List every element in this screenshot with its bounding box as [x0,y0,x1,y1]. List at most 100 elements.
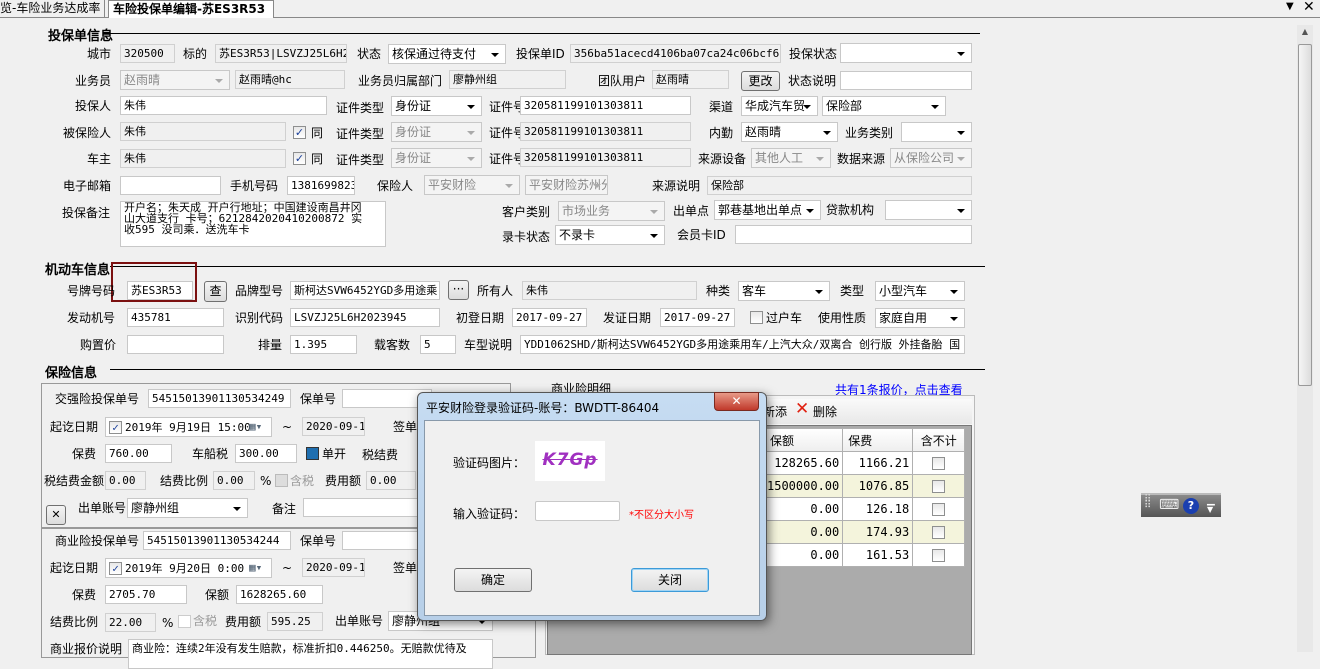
table-row[interactable]: 128265.60 1166.21 [765,451,966,475]
price-field[interactable] [127,335,224,354]
dept-field[interactable]: 廖静州组 [449,70,566,89]
scroll-thumb[interactable] [1298,44,1312,386]
ci-end-field[interactable]: 2020-09-19 [302,417,365,436]
ci-account-select[interactable]: 廖静州组 [127,498,248,518]
model-field[interactable]: YDD1062SHD/斯柯达SVW6452YGD多用途乘用车/上汽大众/双离合 … [520,335,965,354]
vin-field[interactable]: LSVZJ25L6H2023945 [290,308,440,327]
subject-field[interactable]: 苏ES3R53|LSVZJ25L6H20 [215,44,347,63]
menu-arrow-icon[interactable]: ▼ [1207,505,1213,514]
tab-list-dropdown-icon[interactable]: ▼ [1286,1,1294,12]
applicant-id-type-select[interactable]: 身份证 [391,96,482,116]
loan-select[interactable] [885,200,972,220]
outlet-select[interactable]: 郭巷基地出单点 [714,200,821,220]
ci-start-datepicker[interactable]: ✓ 2019年 9月19日 15:00 ▦▾ [105,417,272,437]
city-field[interactable]: 320500 [120,44,175,63]
transfer-checkbox[interactable] [750,311,763,324]
bi-start-datepicker[interactable]: ✓ 2019年 9月20日 0:00 ▦▾ [105,558,272,578]
channel-select[interactable]: 华成汽车贸 [741,96,818,116]
insured-id-type-select[interactable]: 身份证 [391,122,482,142]
type-select[interactable]: 小型汽车 [875,281,965,301]
tab-policy-edit[interactable]: 车险投保单编辑-苏ES3R53 [108,0,274,18]
column-header-deductible[interactable]: 含不计 [912,428,966,452]
insurer-select[interactable]: 平安财险 [424,175,520,195]
holder-field[interactable]: 朱伟 [522,281,697,300]
query-button[interactable]: 查 [204,281,227,302]
insured-field[interactable]: 朱伟 [120,122,286,141]
help-icon[interactable]: ? [1183,498,1199,514]
ci-ratio-field[interactable]: 0.00 [213,471,255,490]
tab-sales-achievement[interactable]: 览-车险业务达成率 [0,0,105,17]
reg-date-field[interactable]: 2017-09-27 [512,308,587,327]
bi-tax-incl-checkbox[interactable] [178,615,191,628]
phone-field[interactable]: 13816998231 [287,176,355,195]
insured-same-checkbox[interactable]: ✓ [293,126,306,139]
applicant-field[interactable]: 朱伟 [120,96,327,115]
single-checkbox[interactable] [306,447,319,460]
salesman-select[interactable]: 赵雨晴 [120,70,230,90]
bi-no-field[interactable]: 54515013901130534244 [143,531,291,550]
email-field[interactable] [120,176,221,195]
policy-id-field[interactable]: 356ba51acecd4106ba07ca24c06bcf6c [570,44,781,63]
tax-amount-field[interactable]: 0.00 [105,471,146,490]
drag-handle-icon[interactable]: ⠿ ⠿ [1144,495,1151,511]
row-checkbox[interactable] [932,548,946,562]
change-button[interactable]: 更改 [741,71,780,91]
use-select[interactable]: 家庭自用 [875,308,965,328]
channel-dept-select[interactable]: 保险部 [822,96,946,116]
table-row[interactable]: 1500000.00 1076.85 [765,474,966,498]
row-checkbox[interactable] [932,525,946,539]
ci-fee-field[interactable]: 0.00 [366,471,416,490]
bi-quote-textarea[interactable]: 商业险：连续2年没有发生赔款，标准折扣0.446250。无赔款优待及 [128,639,493,669]
biz-type-select[interactable] [901,122,972,142]
vertical-scrollbar[interactable]: ▲ [1297,25,1313,652]
row-checkbox[interactable] [932,456,946,470]
ime-toolbar[interactable]: ⠿ ⠿ ⌨ ? ▁ ▼ [1141,493,1221,517]
ci-premium-field[interactable]: 760.00 [105,444,172,463]
insurer-branch-select[interactable]: 平安财险苏州分公i [525,175,608,195]
bi-amount-field[interactable]: 1628265.60 [236,585,323,604]
table-row[interactable]: 0.00 126.18 [765,497,966,521]
engine-field[interactable]: 435781 [127,308,224,327]
brand-more-button[interactable]: ··· [448,280,469,300]
remove-ci-button[interactable]: ✕ [46,505,66,525]
vehicle-tax-field[interactable]: 300.00 [235,444,297,463]
close-tab-icon[interactable]: ✕ [1303,0,1315,15]
source-desc-field[interactable]: 保险部 [707,176,972,195]
displacement-field[interactable]: 1.395 [290,335,357,354]
seats-field[interactable]: 5 [420,335,456,354]
owner-id-type-select[interactable]: 身份证 [391,148,482,168]
source-device-select[interactable]: 其他人工 [751,148,831,168]
close-button[interactable]: 关闭 [631,568,709,592]
member-id-field[interactable] [735,225,972,244]
kind-select[interactable]: 客车 [738,281,830,301]
team-field[interactable]: 赵雨晴 [652,70,729,89]
bi-end-field[interactable]: 2020-09-19 [302,558,365,577]
owner-same-checkbox[interactable]: ✓ [293,152,306,165]
table-row[interactable]: 0.00 161.53 [765,543,966,567]
keyboard-icon[interactable]: ⌨ [1159,497,1179,513]
dialog-close-icon[interactable]: ✕ [714,392,759,411]
row-checkbox[interactable] [932,479,946,493]
ci-no-field[interactable]: 54515013901130534249 [148,389,291,408]
scroll-up-icon[interactable]: ▲ [1297,27,1313,43]
card-status-select[interactable]: 不录卡 [555,225,665,245]
delete-icon[interactable]: ✕ [795,399,809,419]
column-header-premium[interactable]: 保费 [842,428,914,452]
calendar-icon[interactable]: ▦▾ [249,559,262,576]
row-checkbox[interactable] [932,502,946,516]
ci-note-field[interactable] [303,498,423,517]
ci-date-checkbox[interactable]: ✓ [109,421,122,434]
captcha-input[interactable] [535,501,620,521]
applicant-id-field[interactable]: 320581199101303811 [520,96,691,115]
owner-field[interactable]: 朱伟 [120,149,286,168]
column-header-amount[interactable]: 保额 [765,428,844,452]
table-row[interactable]: 0.00 174.93 [765,520,966,544]
bi-date-checkbox[interactable]: ✓ [109,562,122,575]
bi-premium-field[interactable]: 2705.70 [105,585,187,604]
ci-tax-incl-checkbox[interactable] [275,474,288,487]
customer-type-select[interactable]: 市场业务 [558,201,665,221]
calendar-icon[interactable]: ▦▾ [249,418,262,435]
plate-field[interactable]: 苏ES3R53 [127,281,193,300]
data-source-select[interactable]: 从保险公司 [890,148,972,168]
insured-id-field[interactable]: 320581199101303811 [520,122,691,141]
